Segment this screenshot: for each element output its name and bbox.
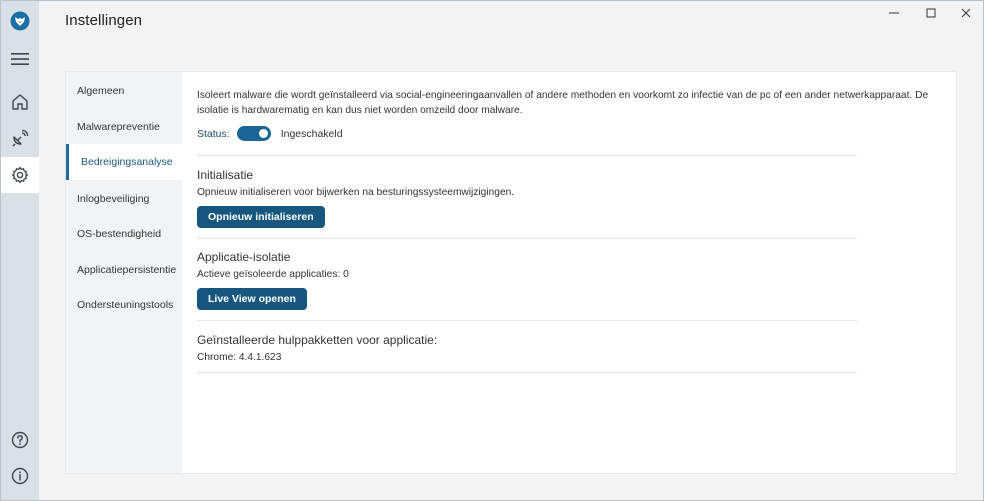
live-view-button[interactable]: Live View openen bbox=[197, 288, 307, 310]
initialisatie-title: Initialisatie bbox=[197, 168, 254, 182]
subnav-item-ondersteuningstools[interactable]: Ondersteuningstools bbox=[66, 287, 182, 323]
subnav-item-inlogbeveiliging[interactable]: Inlogbeveiliging bbox=[66, 181, 182, 217]
status-toggle[interactable] bbox=[236, 126, 271, 141]
satellite-dish-icon bbox=[11, 129, 29, 147]
status-label: Status: bbox=[197, 127, 230, 140]
icon-rail bbox=[1, 1, 39, 500]
gear-icon bbox=[11, 166, 29, 184]
home-icon bbox=[11, 93, 29, 111]
divider bbox=[197, 155, 857, 156]
status-value: Ingeschakeld bbox=[280, 127, 343, 140]
subnav-item-os-bestendigheid[interactable]: OS-bestendigheid bbox=[66, 216, 182, 252]
subnav-item-malwarepreventie[interactable]: Malwarepreventie bbox=[66, 109, 182, 145]
isolatie-title: Applicatie-isolatie bbox=[197, 250, 291, 264]
info-button[interactable] bbox=[1, 458, 39, 494]
hulppakketten-text: Chrome: 4.4.1.623 bbox=[197, 352, 282, 363]
close-icon bbox=[961, 5, 971, 23]
app-logo bbox=[1, 3, 39, 39]
hulppakketten-title: Geïnstalleerde hulppakketten voor applic… bbox=[197, 333, 438, 347]
subnav-item-applicatiepersistentie[interactable]: Applicatiepersistentie bbox=[66, 252, 182, 288]
fox-logo-icon bbox=[10, 11, 30, 31]
isolatie-text: Actieve geïsoleerde applicaties: 0 bbox=[197, 269, 349, 280]
menu-button[interactable] bbox=[1, 41, 39, 77]
app-window: Instellingen Algemeen Malwarepreventie B… bbox=[0, 0, 984, 501]
nav-settings-button[interactable] bbox=[1, 157, 39, 193]
nav-home-button[interactable] bbox=[1, 84, 39, 120]
subnav-item-bedreigingsanalyse[interactable]: Bedreigingsanalyse bbox=[66, 144, 182, 180]
divider bbox=[197, 320, 857, 321]
minimize-button[interactable] bbox=[877, 5, 911, 23]
settings-subnav: Algemeen Malwarepreventie Bedreigingsana… bbox=[66, 72, 182, 473]
initialisatie-text: Opnieuw initialiseren voor bijwerken na … bbox=[197, 187, 515, 198]
reinitialize-button[interactable]: Opnieuw initialiseren bbox=[197, 206, 325, 228]
maximize-button[interactable] bbox=[914, 5, 948, 23]
divider bbox=[197, 238, 857, 239]
help-button[interactable] bbox=[1, 422, 39, 458]
nav-scan-button[interactable] bbox=[1, 120, 39, 156]
toggle-knob bbox=[258, 129, 268, 138]
status-row: Status: Ingeschakeld bbox=[197, 126, 343, 141]
feature-description: Isoleert malware die wordt geïnstalleerd… bbox=[197, 90, 929, 116]
minimize-icon bbox=[889, 5, 899, 23]
help-icon bbox=[11, 431, 29, 449]
close-button[interactable] bbox=[949, 5, 983, 23]
settings-card: Algemeen Malwarepreventie Bedreigingsana… bbox=[65, 71, 957, 474]
divider bbox=[197, 372, 857, 373]
maximize-icon bbox=[926, 5, 936, 23]
subnav-item-algemeen[interactable]: Algemeen bbox=[66, 73, 182, 109]
hamburger-menu-icon bbox=[11, 52, 29, 66]
info-icon bbox=[11, 467, 29, 485]
window-title: Instellingen bbox=[65, 12, 143, 29]
settings-pane: Isoleert malware die wordt geïnstalleerd… bbox=[197, 72, 942, 473]
